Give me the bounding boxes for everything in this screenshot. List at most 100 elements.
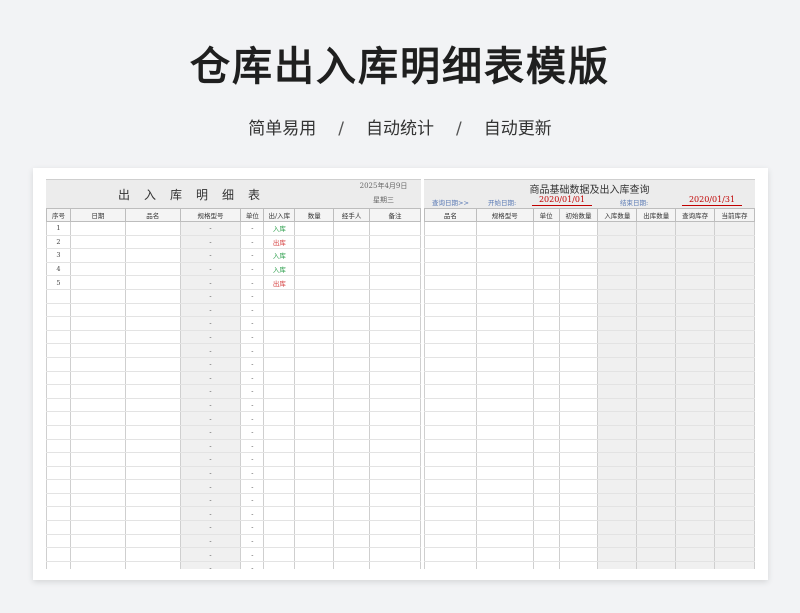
table-cell[interactable] bbox=[636, 439, 677, 454]
start-date-input[interactable]: 2020/01/01 bbox=[532, 195, 592, 206]
table-cell[interactable] bbox=[46, 371, 71, 386]
table-cell[interactable] bbox=[597, 221, 638, 236]
table-cell[interactable] bbox=[532, 411, 560, 426]
table-cell[interactable] bbox=[69, 330, 126, 345]
table-cell[interactable] bbox=[294, 343, 335, 358]
table-cell[interactable]: - bbox=[240, 275, 265, 290]
table-cell[interactable] bbox=[597, 534, 638, 549]
table-cell[interactable] bbox=[636, 275, 677, 290]
table-cell[interactable] bbox=[124, 275, 181, 290]
table-cell[interactable] bbox=[475, 506, 534, 522]
table-cell[interactable] bbox=[597, 466, 638, 481]
table-cell[interactable] bbox=[714, 371, 755, 386]
table-cell[interactable] bbox=[475, 479, 534, 494]
table-cell[interactable] bbox=[69, 262, 126, 277]
table-cell[interactable] bbox=[714, 520, 755, 535]
table-cell[interactable] bbox=[475, 357, 534, 372]
table-cell[interactable] bbox=[636, 330, 677, 345]
table-cell[interactable] bbox=[597, 398, 638, 413]
table-cell[interactable] bbox=[475, 411, 534, 426]
table-cell[interactable] bbox=[369, 534, 421, 549]
table-cell[interactable] bbox=[597, 275, 638, 290]
table-cell[interactable]: 3 bbox=[46, 248, 71, 263]
table-cell[interactable] bbox=[294, 425, 335, 440]
table-cell[interactable] bbox=[46, 452, 71, 467]
table-cell[interactable] bbox=[714, 506, 755, 522]
table-cell[interactable] bbox=[124, 384, 181, 399]
table-cell[interactable] bbox=[714, 439, 755, 454]
table-cell[interactable] bbox=[532, 547, 560, 562]
table-cell[interactable] bbox=[424, 248, 477, 263]
table-cell[interactable] bbox=[424, 371, 477, 386]
table-cell[interactable] bbox=[675, 506, 716, 522]
table-cell[interactable]: - bbox=[179, 520, 242, 535]
table-cell[interactable] bbox=[714, 235, 755, 250]
table-cell[interactable] bbox=[475, 235, 534, 250]
table-cell[interactable] bbox=[475, 547, 534, 562]
table-cell[interactable] bbox=[294, 439, 335, 454]
table-cell[interactable]: - bbox=[240, 330, 265, 345]
table-cell[interactable] bbox=[263, 303, 296, 318]
table-cell[interactable] bbox=[124, 506, 181, 522]
table-cell[interactable] bbox=[675, 547, 716, 562]
table-cell[interactable] bbox=[558, 316, 599, 331]
table-cell[interactable] bbox=[333, 534, 371, 549]
table-cell[interactable] bbox=[124, 235, 181, 250]
table-cell[interactable] bbox=[333, 289, 371, 304]
table-cell[interactable] bbox=[46, 289, 71, 304]
table-cell[interactable] bbox=[558, 411, 599, 426]
table-cell[interactable]: - bbox=[179, 303, 242, 318]
table-cell[interactable] bbox=[369, 547, 421, 562]
table-cell[interactable] bbox=[294, 316, 335, 331]
table-cell[interactable] bbox=[46, 425, 71, 440]
table-cell[interactable] bbox=[263, 506, 296, 522]
table-cell[interactable]: - bbox=[240, 425, 265, 440]
table-cell[interactable]: - bbox=[240, 262, 265, 277]
table-cell[interactable] bbox=[294, 561, 335, 569]
table-cell[interactable] bbox=[675, 330, 716, 345]
table-cell[interactable] bbox=[597, 411, 638, 426]
table-cell[interactable] bbox=[333, 384, 371, 399]
table-cell[interactable] bbox=[636, 547, 677, 562]
table-cell[interactable] bbox=[369, 330, 421, 345]
table-cell[interactable] bbox=[69, 275, 126, 290]
table-cell[interactable] bbox=[124, 343, 181, 358]
table-cell[interactable] bbox=[124, 303, 181, 318]
end-date-input[interactable]: 2020/01/31 bbox=[682, 195, 742, 206]
table-cell[interactable] bbox=[263, 411, 296, 426]
table-cell[interactable]: 出库 bbox=[263, 235, 296, 250]
table-cell[interactable] bbox=[333, 262, 371, 277]
table-cell[interactable] bbox=[475, 303, 534, 318]
table-cell[interactable] bbox=[475, 248, 534, 263]
table-cell[interactable]: - bbox=[240, 371, 265, 386]
table-cell[interactable] bbox=[597, 262, 638, 277]
table-cell[interactable] bbox=[369, 452, 421, 467]
table-cell[interactable]: - bbox=[179, 316, 242, 331]
table-cell[interactable] bbox=[46, 479, 71, 494]
table-cell[interactable] bbox=[675, 479, 716, 494]
table-cell[interactable] bbox=[294, 357, 335, 372]
table-cell[interactable] bbox=[675, 316, 716, 331]
table-cell[interactable] bbox=[124, 547, 181, 562]
table-cell[interactable] bbox=[636, 534, 677, 549]
table-cell[interactable]: - bbox=[179, 371, 242, 386]
table-cell[interactable] bbox=[124, 398, 181, 413]
table-cell[interactable]: - bbox=[240, 289, 265, 304]
table-cell[interactable] bbox=[597, 479, 638, 494]
table-cell[interactable]: - bbox=[179, 547, 242, 562]
table-cell[interactable]: 入库 bbox=[263, 262, 296, 277]
table-cell[interactable]: - bbox=[179, 262, 242, 277]
table-cell[interactable] bbox=[636, 221, 677, 236]
table-cell[interactable] bbox=[424, 235, 477, 250]
table-cell[interactable] bbox=[333, 493, 371, 508]
table-cell[interactable] bbox=[69, 493, 126, 508]
table-cell[interactable] bbox=[475, 534, 534, 549]
table-cell[interactable] bbox=[46, 561, 71, 569]
table-cell[interactable] bbox=[424, 547, 477, 562]
table-cell[interactable] bbox=[124, 425, 181, 440]
table-cell[interactable] bbox=[424, 506, 477, 522]
table-cell[interactable] bbox=[636, 248, 677, 263]
table-cell[interactable] bbox=[69, 452, 126, 467]
table-cell[interactable] bbox=[333, 547, 371, 562]
table-cell[interactable] bbox=[369, 520, 421, 535]
